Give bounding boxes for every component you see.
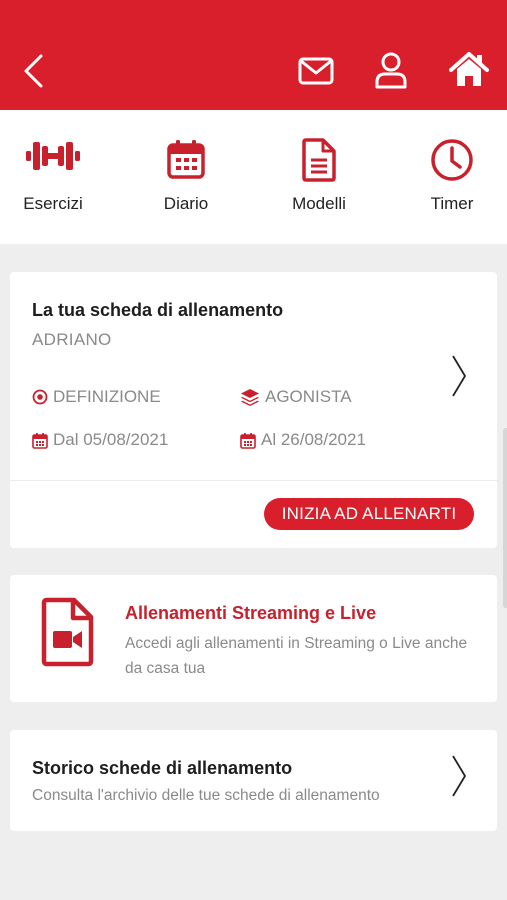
plan-title: La tua scheda di allenamento — [32, 300, 284, 320]
history-card[interactable]: Storico schede di allenamento Consulta l… — [10, 730, 497, 831]
nav-modelli[interactable]: Modelli — [259, 110, 379, 244]
quick-nav: Esercizi Diario Modelli Timer — [0, 110, 507, 244]
plan-date-from: Dal 05/08/2021 — [32, 430, 168, 450]
plan-card[interactable]: La tua scheda di allenamento ADRIANO DEF… — [10, 272, 497, 548]
app-header — [0, 0, 507, 110]
streaming-card[interactable]: Allenamenti Streaming e Live Accedi agli… — [10, 575, 497, 702]
plan-owner: ADRIANO — [32, 330, 112, 349]
plan-date-to: Al 26/08/2021 — [240, 430, 366, 450]
dumbbell-icon — [26, 142, 80, 170]
plan-level: AGONISTA — [240, 387, 352, 407]
streaming-title: Allenamenti Streaming e Live — [125, 603, 377, 623]
calendar-icon — [240, 432, 256, 449]
plan-goal-label: DEFINIZIONE — [53, 387, 161, 406]
nav-label: Timer — [430, 194, 474, 213]
history-description: Consulta l'archivio delle tue schede di … — [32, 787, 380, 804]
chevron-right-icon[interactable] — [451, 354, 467, 398]
nav-esercizi[interactable]: Esercizi — [0, 110, 113, 244]
nav-diario[interactable]: Diario — [126, 110, 246, 244]
video-file-icon — [41, 597, 94, 667]
scrollbar[interactable] — [503, 428, 507, 608]
plan-date-from-label: Dal 05/08/2021 — [53, 430, 169, 449]
home-icon[interactable] — [449, 50, 489, 88]
start-training-button[interactable]: INIZIA AD ALLENARTI — [264, 498, 474, 530]
nav-label: Esercizi — [23, 194, 83, 213]
chevron-left-icon[interactable] — [22, 53, 44, 89]
calendar-icon — [167, 140, 205, 179]
streaming-description: Accedi agli allenamenti in Streaming o L… — [125, 635, 468, 677]
user-icon[interactable] — [374, 51, 408, 89]
mail-icon[interactable] — [298, 56, 334, 86]
nav-label: Diario — [163, 194, 209, 213]
plan-date-to-label: Al 26/08/2021 — [261, 430, 366, 449]
plan-goal: DEFINIZIONE — [32, 387, 161, 407]
calendar-icon — [32, 432, 48, 449]
plan-level-label: AGONISTA — [265, 387, 352, 406]
document-icon — [302, 138, 336, 182]
target-icon — [32, 389, 48, 405]
nav-label: Modelli — [292, 194, 346, 213]
layers-icon — [241, 389, 259, 406]
history-title: Storico schede di allenamento — [32, 758, 293, 778]
chevron-right-icon[interactable] — [451, 754, 467, 798]
divider — [10, 480, 497, 481]
clock-icon — [431, 139, 473, 181]
nav-timer[interactable]: Timer — [392, 110, 507, 244]
